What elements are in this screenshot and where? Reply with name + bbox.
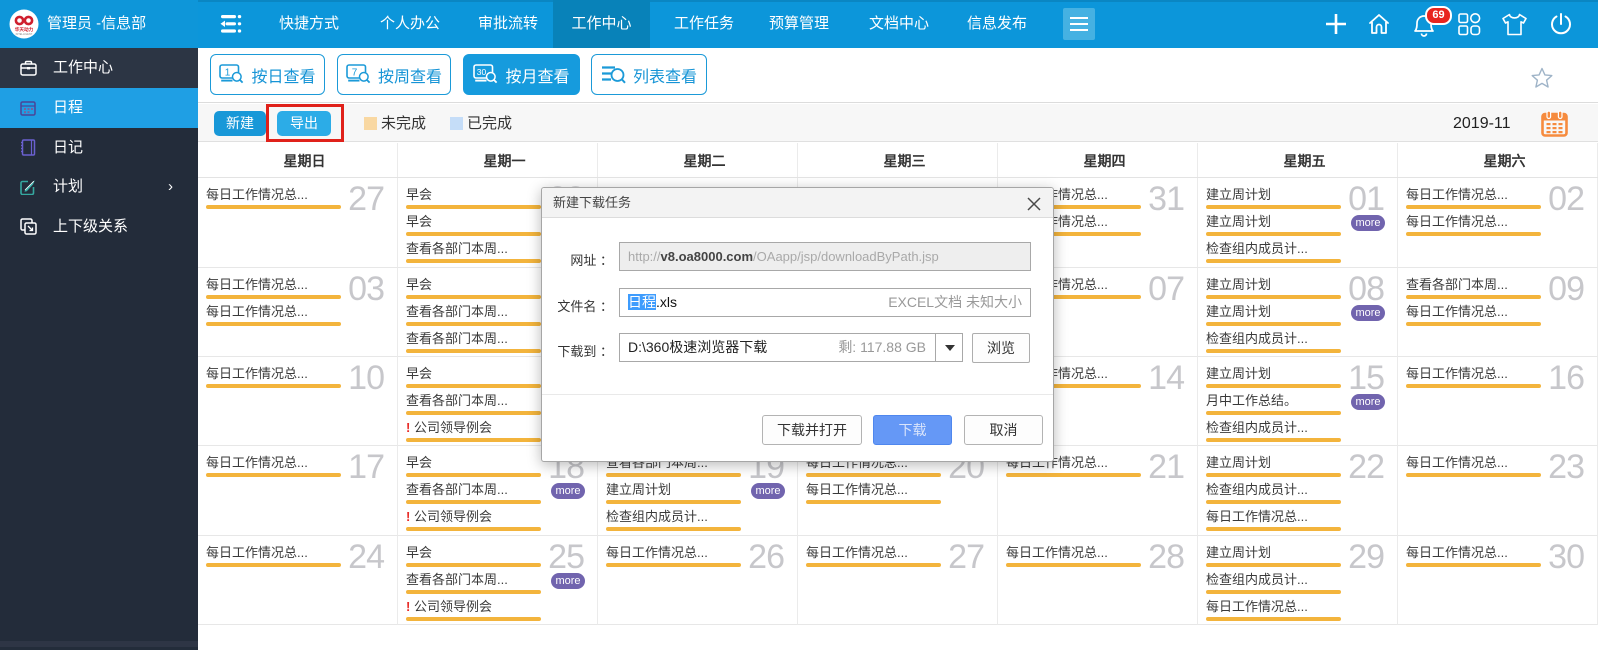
svg-text:INTELLIGENT: INTELLIGENT <box>16 32 33 36</box>
svg-text:7: 7 <box>352 67 358 78</box>
svg-text:华天动力: 华天动力 <box>15 26 34 33</box>
svg-text:30: 30 <box>477 67 487 77</box>
svg-text:1: 1 <box>225 67 231 78</box>
